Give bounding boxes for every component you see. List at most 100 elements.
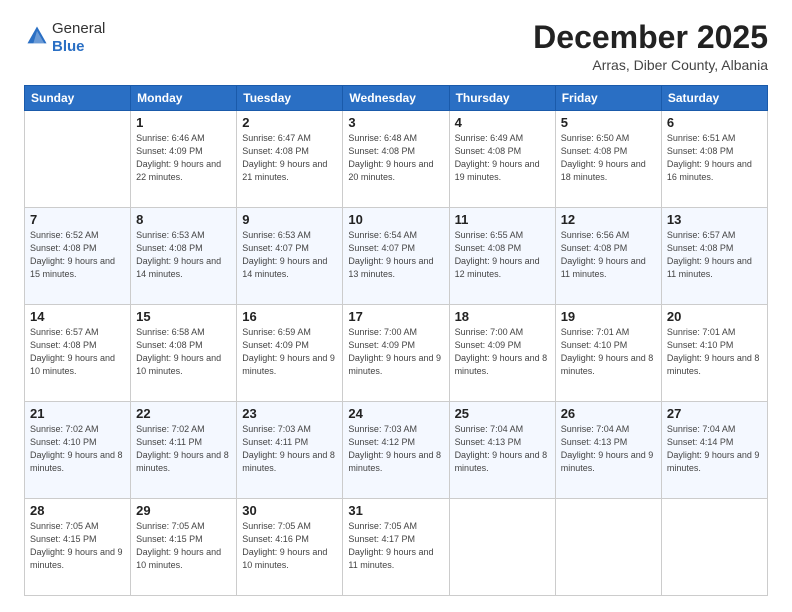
day-info: Sunrise: 7:00 AMSunset: 4:09 PMDaylight:… (348, 326, 443, 378)
weekday-header: Thursday (449, 86, 555, 111)
calendar-week-row: 28 Sunrise: 7:05 AMSunset: 4:15 PMDayligh… (25, 499, 768, 596)
calendar-cell: 16 Sunrise: 6:59 AMSunset: 4:09 PMDayligh… (237, 305, 343, 402)
title-block: December 2025 Arras, Diber County, Alban… (533, 20, 768, 73)
day-number: 22 (136, 406, 231, 421)
day-info: Sunrise: 6:50 AMSunset: 4:08 PMDaylight:… (561, 132, 656, 184)
logo-general: General (52, 20, 105, 37)
weekday-header: Wednesday (343, 86, 449, 111)
calendar-cell: 26Sunrise: 7:04 AMSunset: 4:13 PMDayligh… (555, 402, 661, 499)
day-info: Sunrise: 6:46 AMSunset: 4:09 PMDaylight:… (136, 132, 231, 184)
day-info: Sunrise: 7:04 AMSunset: 4:13 PMDaylight:… (561, 423, 656, 475)
calendar-cell: 18 Sunrise: 7:00 AMSunset: 4:09 PMDayligh… (449, 305, 555, 402)
calendar-cell (661, 499, 767, 596)
day-info: Sunrise: 7:03 AMSunset: 4:12 PMDaylight:… (348, 423, 443, 475)
day-info: Sunrise: 6:53 AMSunset: 4:08 PMDaylight:… (136, 229, 231, 281)
day-number: 11 (455, 212, 550, 227)
calendar-cell: 29 Sunrise: 7:05 AMSunset: 4:15 PMDayligh… (131, 499, 237, 596)
calendar-cell: 1 Sunrise: 6:46 AMSunset: 4:09 PMDaylight… (131, 111, 237, 208)
day-info: Sunrise: 7:00 AMSunset: 4:09 PMDaylight:… (455, 326, 550, 378)
calendar-cell: 10 Sunrise: 6:54 AMSunset: 4:07 PMDayligh… (343, 208, 449, 305)
day-number: 29 (136, 503, 231, 518)
calendar-week-row: 1 Sunrise: 6:46 AMSunset: 4:09 PMDaylight… (25, 111, 768, 208)
header: General Blue December 2025 Arras, Diber … (24, 20, 768, 73)
day-info: Sunrise: 6:59 AMSunset: 4:09 PMDaylight:… (242, 326, 337, 378)
calendar-cell: 7 Sunrise: 6:52 AMSunset: 4:08 PMDaylight… (25, 208, 131, 305)
day-info: Sunrise: 6:58 AMSunset: 4:08 PMDaylight:… (136, 326, 231, 378)
day-number: 18 (455, 309, 550, 324)
day-info: Sunrise: 7:01 AMSunset: 4:10 PMDaylight:… (561, 326, 656, 378)
calendar-cell: 2 Sunrise: 6:47 AMSunset: 4:08 PMDaylight… (237, 111, 343, 208)
day-number: 20 (667, 309, 762, 324)
calendar-cell: 27Sunrise: 7:04 AMSunset: 4:14 PMDayligh… (661, 402, 767, 499)
calendar-cell: 3 Sunrise: 6:48 AMSunset: 4:08 PMDaylight… (343, 111, 449, 208)
month-title: December 2025 (533, 20, 768, 55)
day-number: 3 (348, 115, 443, 130)
day-info: Sunrise: 7:03 AMSunset: 4:11 PMDaylight:… (242, 423, 337, 475)
calendar-header-row: SundayMondayTuesdayWednesdayThursdayFrid… (25, 86, 768, 111)
day-number: 24 (348, 406, 443, 421)
day-info: Sunrise: 6:56 AMSunset: 4:08 PMDaylight:… (561, 229, 656, 281)
day-info: Sunrise: 6:48 AMSunset: 4:08 PMDaylight:… (348, 132, 443, 184)
weekday-header: Monday (131, 86, 237, 111)
day-number: 16 (242, 309, 337, 324)
calendar-week-row: 21 Sunrise: 7:02 AMSunset: 4:10 PMDayligh… (25, 402, 768, 499)
day-number: 6 (667, 115, 762, 130)
calendar-cell: 25Sunrise: 7:04 AMSunset: 4:13 PMDayligh… (449, 402, 555, 499)
calendar-cell (25, 111, 131, 208)
calendar-week-row: 14 Sunrise: 6:57 AMSunset: 4:08 PMDayligh… (25, 305, 768, 402)
day-number: 1 (136, 115, 231, 130)
logo: General Blue (24, 20, 105, 56)
page: General Blue December 2025 Arras, Diber … (0, 0, 792, 612)
day-info: Sunrise: 6:51 AMSunset: 4:08 PMDaylight:… (667, 132, 762, 184)
day-number: 19 (561, 309, 656, 324)
day-info: Sunrise: 7:05 AMSunset: 4:15 PMDaylight:… (30, 520, 125, 572)
day-info: Sunrise: 6:53 AMSunset: 4:07 PMDaylight:… (242, 229, 337, 281)
calendar-cell: 31Sunrise: 7:05 AMSunset: 4:17 PMDayligh… (343, 499, 449, 596)
day-number: 2 (242, 115, 337, 130)
calendar-cell: 17Sunrise: 7:00 AMSunset: 4:09 PMDayligh… (343, 305, 449, 402)
calendar-week-row: 7 Sunrise: 6:52 AMSunset: 4:08 PMDaylight… (25, 208, 768, 305)
day-info: Sunrise: 6:47 AMSunset: 4:08 PMDaylight:… (242, 132, 337, 184)
day-info: Sunrise: 6:49 AMSunset: 4:08 PMDaylight:… (455, 132, 550, 184)
day-number: 9 (242, 212, 337, 227)
calendar-cell: 24 Sunrise: 7:03 AMSunset: 4:12 PMDayligh… (343, 402, 449, 499)
calendar-cell: 21 Sunrise: 7:02 AMSunset: 4:10 PMDayligh… (25, 402, 131, 499)
day-number: 13 (667, 212, 762, 227)
day-number: 21 (30, 406, 125, 421)
calendar-cell: 11Sunrise: 6:55 AMSunset: 4:08 PMDayligh… (449, 208, 555, 305)
day-number: 15 (136, 309, 231, 324)
weekday-header: Saturday (661, 86, 767, 111)
weekday-header: Tuesday (237, 86, 343, 111)
day-number: 23 (242, 406, 337, 421)
day-info: Sunrise: 6:54 AMSunset: 4:07 PMDaylight:… (348, 229, 443, 281)
day-number: 30 (242, 503, 337, 518)
location: Arras, Diber County, Albania (533, 57, 768, 73)
calendar-cell: 20Sunrise: 7:01 AMSunset: 4:10 PMDayligh… (661, 305, 767, 402)
day-number: 14 (30, 309, 125, 324)
day-number: 7 (30, 212, 125, 227)
calendar-cell: 8Sunrise: 6:53 AMSunset: 4:08 PMDaylight… (131, 208, 237, 305)
day-info: Sunrise: 7:02 AMSunset: 4:10 PMDaylight:… (30, 423, 125, 475)
logo-icon (26, 25, 48, 47)
day-number: 10 (348, 212, 443, 227)
day-info: Sunrise: 6:52 AMSunset: 4:08 PMDaylight:… (30, 229, 125, 281)
calendar-cell (449, 499, 555, 596)
calendar-cell (555, 499, 661, 596)
calendar-table: SundayMondayTuesdayWednesdayThursdayFrid… (24, 85, 768, 596)
calendar-cell: 12 Sunrise: 6:56 AMSunset: 4:08 PMDayligh… (555, 208, 661, 305)
day-number: 12 (561, 212, 656, 227)
calendar-cell: 19 Sunrise: 7:01 AMSunset: 4:10 PMDayligh… (555, 305, 661, 402)
day-number: 5 (561, 115, 656, 130)
weekday-header: Sunday (25, 86, 131, 111)
day-info: Sunrise: 7:05 AMSunset: 4:17 PMDaylight:… (348, 520, 443, 572)
day-info: Sunrise: 7:04 AMSunset: 4:13 PMDaylight:… (455, 423, 550, 475)
calendar-cell: 28 Sunrise: 7:05 AMSunset: 4:15 PMDayligh… (25, 499, 131, 596)
day-info: Sunrise: 6:57 AMSunset: 4:08 PMDaylight:… (30, 326, 125, 378)
day-number: 28 (30, 503, 125, 518)
logo-text: General Blue (52, 20, 105, 56)
day-info: Sunrise: 7:05 AMSunset: 4:15 PMDaylight:… (136, 520, 231, 572)
calendar-cell: 13Sunrise: 6:57 AMSunset: 4:08 PMDayligh… (661, 208, 767, 305)
calendar-cell: 6 Sunrise: 6:51 AMSunset: 4:08 PMDaylight… (661, 111, 767, 208)
calendar-cell: 9 Sunrise: 6:53 AMSunset: 4:07 PMDaylight… (237, 208, 343, 305)
logo-blue: Blue (52, 38, 85, 55)
